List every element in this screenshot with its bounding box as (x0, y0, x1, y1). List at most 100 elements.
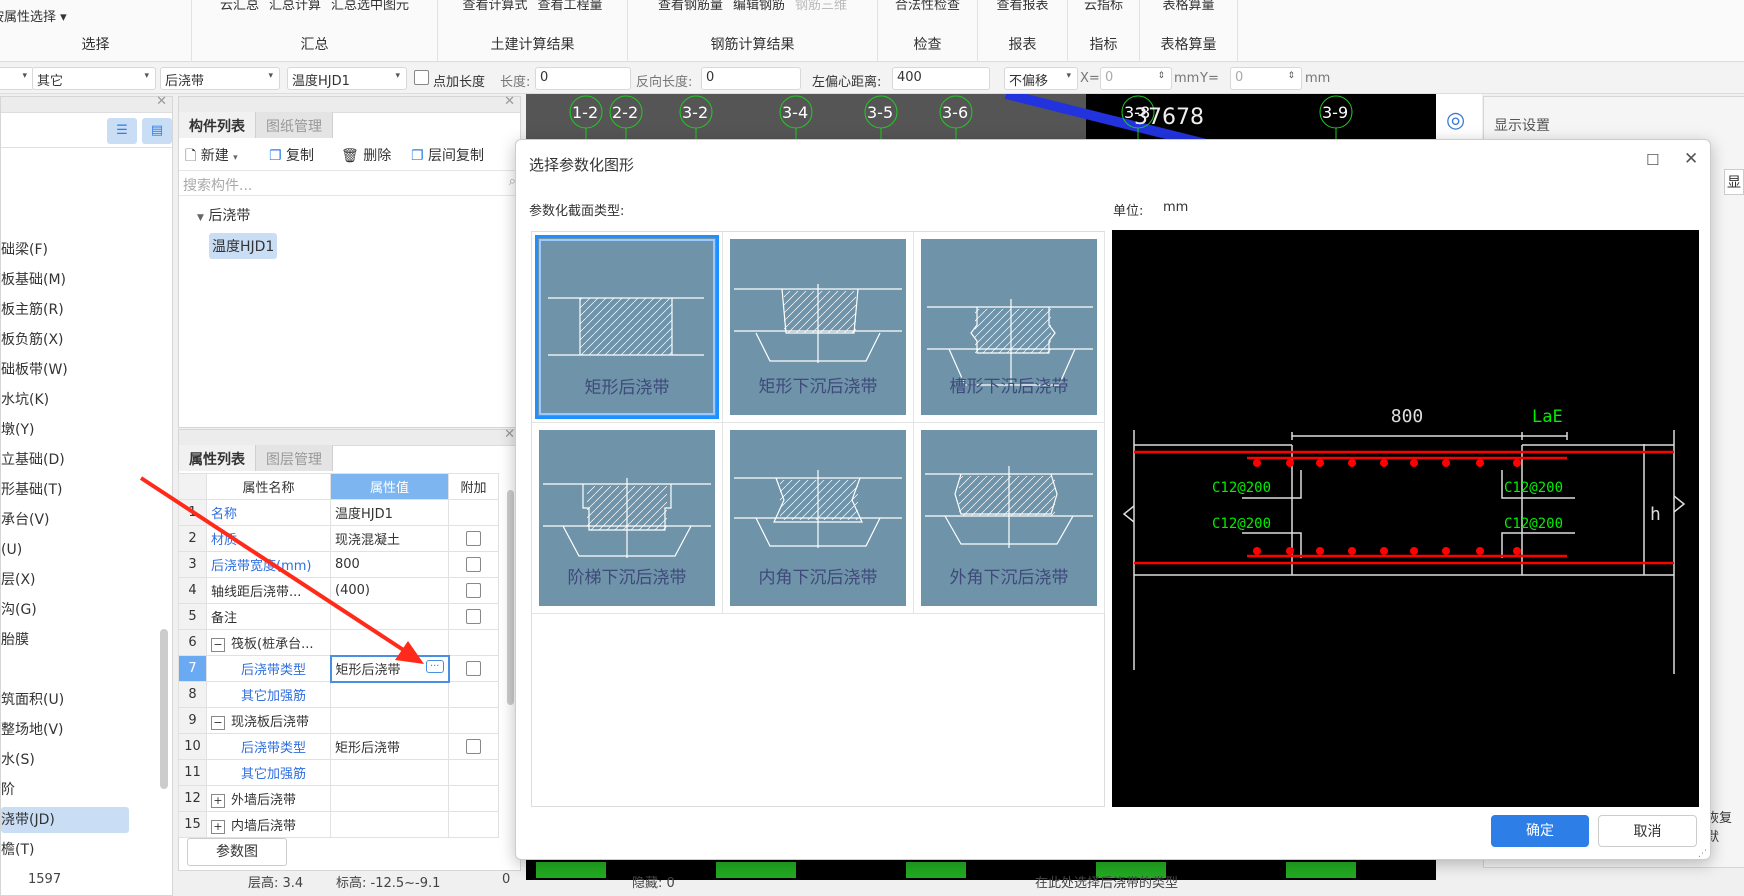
scrollbar[interactable] (160, 629, 168, 789)
list-view-icon[interactable]: ☰ (107, 118, 137, 144)
additional-checkbox[interactable] (466, 557, 481, 572)
category-select[interactable]: 其它 ▾ (32, 67, 156, 90)
property-row[interactable]: 6− 筏板(桩承台... (178, 629, 499, 656)
reverse-length-input[interactable]: 0 (701, 67, 801, 90)
ribbon-command[interactable]: 云汇总 (220, 0, 259, 13)
shape-option[interactable]: 矩形后浇带 (532, 232, 723, 423)
param-diagram-button[interactable]: 参数图 (187, 838, 287, 866)
component-type-item[interactable]: 形基础(T) (1, 477, 62, 503)
ribbon-command[interactable]: 汇总选中图元 (331, 0, 409, 13)
x-input[interactable]: 0 ⇕ (1100, 67, 1172, 90)
component-select[interactable]: 温度HJD1 ▾ (287, 67, 407, 90)
property-row[interactable]: 9− 现浇板后浇带 (178, 707, 499, 734)
component-type-item[interactable]: 阶 (1, 777, 15, 803)
new-button[interactable]: 🗋 新建 ▾ (185, 145, 238, 169)
delete-button[interactable]: 🗑 删除 (341, 145, 391, 165)
component-type-item[interactable]: 水坑(K) (1, 387, 49, 413)
left-offset-input[interactable]: 400 (892, 67, 990, 90)
additional-checkbox[interactable] (466, 583, 481, 598)
maximize-icon[interactable]: ☐ (1646, 151, 1659, 169)
property-row[interactable]: 7 后浇带类型 矩形后浇带 ··· (178, 654, 499, 683)
property-row[interactable]: 5 备注 (178, 603, 499, 630)
additional-checkbox[interactable] (466, 609, 481, 624)
property-value[interactable]: 矩形后浇带 ··· (329, 654, 450, 683)
length-input[interactable]: 0 (535, 67, 631, 90)
component-type-item[interactable]: 础梁(F) (1, 237, 48, 263)
additional-checkbox[interactable] (466, 661, 482, 676)
close-icon[interactable]: ✕ (504, 94, 515, 109)
expand-icon[interactable]: + (211, 794, 225, 808)
ribbon-command[interactable]: 按属性选择 ▾ (0, 10, 67, 25)
component-type-item[interactable]: 整场地(V) (1, 717, 64, 743)
tab-drawing-management[interactable]: 图纸管理 (256, 112, 333, 138)
shape-option[interactable]: 矩形下沉后浇带 (723, 232, 914, 423)
property-row[interactable]: 12 + 外墙后浇带 (178, 785, 499, 812)
component-type-item[interactable]: 檐(T) (1, 837, 34, 863)
component-type-item[interactable]: 沟(G) (1, 597, 37, 623)
component-type-item[interactable]: 立基础(D) (1, 447, 65, 473)
display-tab[interactable]: 显 (1724, 169, 1744, 195)
expand-icon[interactable]: + (211, 820, 225, 834)
restore-default-button[interactable]: 恢复默 (1706, 807, 1744, 845)
component-type-item[interactable]: 墩(Y) (1, 417, 34, 443)
component-type-item[interactable]: (U) (1, 537, 22, 563)
component-type-item[interactable]: 础板带(W) (1, 357, 68, 383)
property-row[interactable]: 10 后浇带类型 矩形后浇带 (178, 733, 499, 760)
ribbon-command[interactable]: 表格算量 (1162, 0, 1214, 13)
ribbon-command[interactable]: 编辑钢筋 (733, 0, 785, 13)
shape-option[interactable]: 外角下沉后浇带 (914, 423, 1105, 614)
shape-option[interactable]: 内角下沉后浇带 (723, 423, 914, 614)
collapse-icon[interactable]: − (211, 638, 225, 652)
copy-button[interactable]: ❐ 复制 (269, 145, 314, 165)
ribbon-command[interactable]: 查看工程量 (538, 0, 603, 13)
close-icon[interactable]: ✕ (156, 94, 167, 109)
shape-option[interactable]: 槽形下沉后浇带 (914, 232, 1105, 423)
ribbon-command[interactable]: 合法性检查 (895, 0, 960, 13)
component-type-item[interactable]: 板基础(M) (1, 267, 66, 293)
property-row[interactable]: 3 后浇带宽度(mm) 800 (178, 551, 499, 578)
component-type-item[interactable]: 板负筋(X) (1, 327, 64, 353)
scrollbar[interactable] (507, 490, 514, 705)
property-row[interactable]: 1 名称 温度HJD1 (178, 499, 499, 526)
y-input[interactable]: 0 ⇕ (1230, 67, 1302, 90)
component-type-item[interactable]: 承台(V) (1, 507, 50, 533)
offset-mode-select[interactable]: 不偏移 ▾ (1004, 67, 1078, 90)
search-input[interactable]: 搜索构件... ⌕ (179, 172, 520, 196)
ok-button[interactable]: 确定 (1491, 815, 1589, 847)
component-type-item[interactable]: 板主筋(R) (1, 297, 64, 323)
collapse-icon[interactable]: − (211, 716, 225, 730)
ribbon-command[interactable]: 钢筋三维 (795, 0, 847, 13)
close-icon[interactable]: ✕ (504, 427, 515, 442)
tab-component-list[interactable]: 构件列表 (179, 112, 256, 138)
additional-checkbox[interactable] (466, 739, 481, 754)
tree-group[interactable]: ▼ 后浇带 (197, 205, 250, 225)
shape-option[interactable]: 阶梯下沉后浇带 (532, 423, 723, 614)
tree-item-selected[interactable]: 温度HJD1 (209, 233, 278, 259)
point-length-checkbox[interactable] (414, 70, 429, 85)
component-type-item[interactable]: 浇带(JD) (1, 807, 129, 833)
component-type-item[interactable]: 胎膜 (1, 627, 29, 653)
component-type-item[interactable]: 筑面积(U) (1, 687, 64, 713)
ribbon-command[interactable]: 云指标 (1084, 0, 1123, 13)
property-row[interactable]: 4 轴线距后浇带... (400) (178, 577, 499, 604)
property-row[interactable]: 8 其它加强筋 (178, 681, 499, 708)
cancel-button[interactable]: 取消 (1598, 815, 1697, 847)
tab-property-list[interactable]: 属性列表 (179, 445, 256, 471)
component-type-item[interactable]: 水(S) (1, 747, 35, 773)
floor-select[interactable]: ▾ (0, 67, 34, 90)
ribbon-command[interactable]: 查看计算式 (462, 0, 527, 13)
property-row[interactable]: 15 + 内墙后浇带 (178, 811, 499, 838)
type-select[interactable]: 后浇带 ▾ (160, 67, 280, 90)
ribbon-command[interactable]: 查看钢筋量 (658, 0, 723, 13)
property-row[interactable]: 2 材质 现浇混凝土 (178, 525, 499, 552)
component-type-item[interactable]: 层(X) (1, 567, 36, 593)
view-orbit-icon[interactable]: ◎ (1446, 108, 1465, 133)
resize-grip-icon[interactable]: ⋰ (1698, 849, 1707, 859)
property-row[interactable]: 11 其它加强筋 (178, 759, 499, 786)
ellipsis-button[interactable]: ··· (425, 660, 444, 673)
additional-checkbox[interactable] (466, 531, 481, 546)
tab-layer-management[interactable]: 图层管理 (256, 445, 333, 471)
close-icon[interactable]: ✕ (1684, 149, 1698, 169)
floor-copy-button[interactable]: ❐ 层间复制 (411, 145, 484, 165)
ribbon-command[interactable]: 汇总计算 (269, 0, 321, 13)
